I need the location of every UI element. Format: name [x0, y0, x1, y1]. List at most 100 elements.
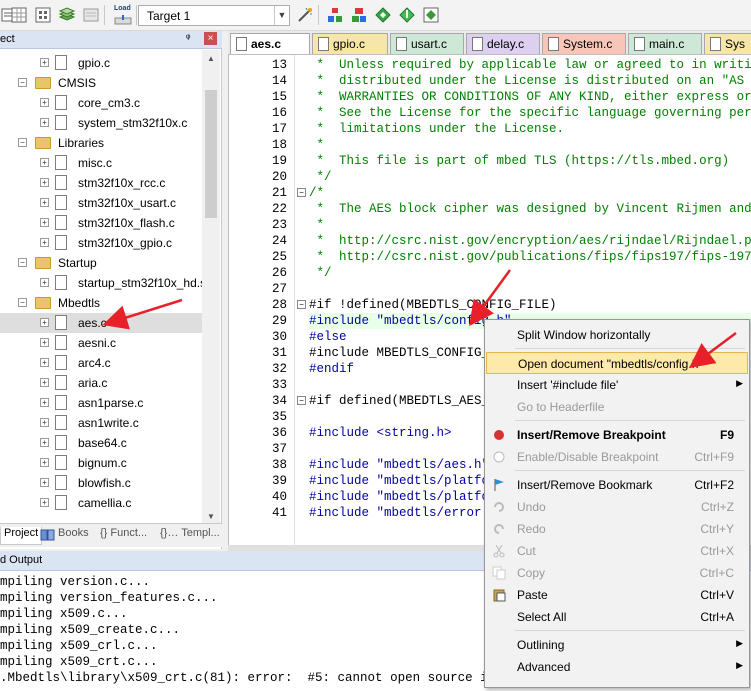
- tree-file[interactable]: + startup_stm32f10x_hd.s: [0, 273, 202, 293]
- tab-books[interactable]: Books: [40, 527, 89, 545]
- tree-file[interactable]: + misc.c: [0, 153, 202, 173]
- green-diamond-icon[interactable]: [374, 6, 392, 24]
- code-line[interactable]: * WARRANTIES OR CONDITIONS OF ANY KIND, …: [309, 89, 751, 105]
- expand-icon[interactable]: +: [40, 498, 49, 507]
- expand-icon[interactable]: +: [40, 318, 49, 327]
- scroll-up-icon[interactable]: ▲: [204, 52, 218, 66]
- rte-icon[interactable]: [422, 6, 440, 24]
- tab-file[interactable]: usart.c: [390, 33, 464, 54]
- fold-toggle-icon[interactable]: −: [297, 300, 306, 309]
- code-line[interactable]: * http://csrc.nist.gov/publications/fips…: [309, 249, 751, 265]
- expand-icon[interactable]: +: [40, 218, 49, 227]
- tree-folder[interactable]: − Startup: [0, 253, 202, 273]
- expand-icon[interactable]: +: [40, 238, 49, 247]
- tree-file[interactable]: + camellia.c: [0, 493, 202, 513]
- tree-file[interactable]: + stm32f10x_rcc.c: [0, 173, 202, 193]
- code-line[interactable]: * The AES block cipher was designed by V…: [309, 201, 751, 217]
- tree-file[interactable]: + system_stm32f10x.c: [0, 113, 202, 133]
- menu-item[interactable]: Insert/Remove Breakpoint F9: [486, 424, 748, 446]
- expand-icon[interactable]: +: [40, 398, 49, 407]
- stop-build-icon[interactable]: [82, 6, 100, 24]
- tree-folder[interactable]: − Libraries: [0, 133, 202, 153]
- tab-project[interactable]: Project: [0, 527, 43, 545]
- pack-installer-icon[interactable]: [398, 6, 416, 24]
- fold-toggle-icon[interactable]: −: [297, 396, 306, 405]
- menu-item[interactable]: Split Window horizontally: [486, 324, 748, 346]
- pin-icon[interactable]: ᵠ: [186, 33, 190, 44]
- tab-file[interactable]: gpio.c: [312, 33, 388, 54]
- code-line[interactable]: * Unless required by applicable law or a…: [309, 57, 751, 73]
- collapse-icon[interactable]: −: [18, 78, 27, 87]
- tree-folder[interactable]: − Mbedtls: [0, 293, 202, 313]
- code-line[interactable]: * limitations under the License.: [309, 121, 751, 137]
- collapse-icon[interactable]: −: [18, 138, 27, 147]
- code-line[interactable]: *: [309, 137, 751, 153]
- layers-icon[interactable]: [58, 6, 76, 24]
- tree-file[interactable]: + asn1parse.c: [0, 393, 202, 413]
- fold-toggle-icon[interactable]: −: [297, 188, 306, 197]
- expand-icon[interactable]: +: [40, 438, 49, 447]
- code-line[interactable]: * http://csrc.nist.gov/encryption/aes/ri…: [309, 233, 751, 249]
- tree-file[interactable]: + core_cm3.c: [0, 93, 202, 113]
- tab-file[interactable]: aes.c: [230, 33, 310, 54]
- tab-file[interactable]: Sys: [704, 33, 751, 54]
- expand-icon[interactable]: +: [40, 458, 49, 467]
- expand-icon[interactable]: +: [40, 158, 49, 167]
- tree-file[interactable]: + blowfish.c: [0, 473, 202, 493]
- code-line[interactable]: * This file is part of mbed TLS (https:/…: [309, 153, 751, 169]
- expand-icon[interactable]: +: [40, 338, 49, 347]
- expand-icon[interactable]: +: [40, 98, 49, 107]
- tree-folder[interactable]: − CMSIS: [0, 73, 202, 93]
- expand-icon[interactable]: +: [40, 478, 49, 487]
- tree-file[interactable]: + stm32f10x_usart.c: [0, 193, 202, 213]
- expand-icon[interactable]: +: [40, 58, 49, 67]
- project-tree-scrollbar[interactable]: ▲ ▼: [202, 50, 220, 526]
- code-line[interactable]: * distributed under the License is distr…: [309, 73, 751, 89]
- expand-icon[interactable]: +: [40, 418, 49, 427]
- chevron-down-icon[interactable]: ▼: [274, 6, 289, 25]
- collapse-icon[interactable]: −: [18, 258, 27, 267]
- menu-item[interactable]: Select All Ctrl+A: [486, 606, 748, 628]
- code-line[interactable]: */: [309, 169, 751, 185]
- batch-build-icon[interactable]: [34, 6, 52, 24]
- load-download-button[interactable]: Load: [112, 5, 134, 25]
- code-line[interactable]: /*: [309, 185, 751, 201]
- scroll-down-icon[interactable]: ▼: [204, 510, 218, 524]
- expand-icon[interactable]: +: [40, 358, 49, 367]
- tab-functions[interactable]: {} Funct...: [100, 527, 147, 545]
- tree-file[interactable]: + bignum.c: [0, 453, 202, 473]
- scroll-thumb[interactable]: [205, 90, 217, 218]
- code-line[interactable]: *: [309, 217, 751, 233]
- code-line[interactable]: #if !defined(MBEDTLS_CONFIG_FILE): [309, 297, 751, 313]
- expand-icon[interactable]: +: [40, 178, 49, 187]
- grid-icon[interactable]: [10, 6, 28, 24]
- menu-item[interactable]: Outlining ▶: [486, 634, 748, 656]
- expand-icon[interactable]: +: [40, 118, 49, 127]
- menu-item[interactable]: Open document "mbedtls/config.h": [486, 352, 748, 374]
- tree-file[interactable]: + base64.c: [0, 433, 202, 453]
- menu-item[interactable]: Insert '#include file' ▶: [486, 374, 748, 396]
- tab-file[interactable]: System.c: [542, 33, 626, 54]
- tree-file[interactable]: + stm32f10x_gpio.c: [0, 233, 202, 253]
- menu-item[interactable]: Advanced ▶: [486, 656, 748, 678]
- code-line[interactable]: * See the License for the specific langu…: [309, 105, 751, 121]
- collapse-icon[interactable]: −: [18, 298, 27, 307]
- tab-templates[interactable]: {}… Templ...: [160, 527, 220, 545]
- tree-file[interactable]: + arc4.c: [0, 353, 202, 373]
- tree-file[interactable]: + asn1write.c: [0, 413, 202, 433]
- tree-file[interactable]: + aesni.c: [0, 333, 202, 353]
- tab-file[interactable]: delay.c: [466, 33, 540, 54]
- menu-item[interactable]: Insert/Remove Bookmark Ctrl+F2: [486, 474, 748, 496]
- select-packs-icon[interactable]: [350, 6, 368, 24]
- close-icon[interactable]: ×: [204, 32, 217, 45]
- tree-file[interactable]: + aes.c: [0, 313, 202, 333]
- code-line[interactable]: [309, 281, 751, 297]
- code-line[interactable]: */: [309, 265, 751, 281]
- expand-icon[interactable]: +: [40, 378, 49, 387]
- tree-file[interactable]: + aria.c: [0, 373, 202, 393]
- magic-wand-options-icon[interactable]: [296, 6, 314, 24]
- tree-file[interactable]: + stm32f10x_flash.c: [0, 213, 202, 233]
- manage-components-icon[interactable]: [326, 6, 344, 24]
- menu-item[interactable]: Paste Ctrl+V: [486, 584, 748, 606]
- tree-file[interactable]: + gpio.c: [0, 53, 202, 73]
